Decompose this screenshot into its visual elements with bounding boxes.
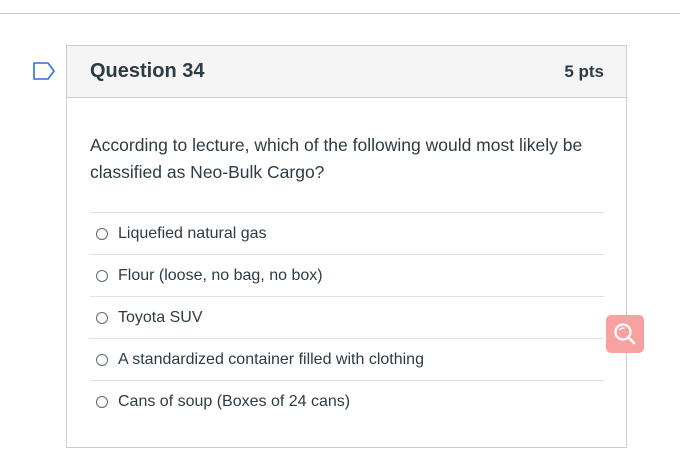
- answer-option[interactable]: Liquefied natural gas: [90, 213, 604, 255]
- answer-label[interactable]: Flour (loose, no bag, no box): [118, 267, 323, 285]
- answer-option[interactable]: Cans of soup (Boxes of 24 cans): [90, 381, 604, 423]
- question-header: Question 34 5 pts: [67, 46, 626, 98]
- question-title: Question 34: [90, 60, 205, 82]
- radio-button[interactable]: [96, 269, 108, 282]
- answer-option[interactable]: A standardized container filled with clo…: [90, 339, 604, 381]
- answer-label[interactable]: Toyota SUV: [118, 309, 202, 327]
- radio-button[interactable]: [96, 227, 108, 240]
- search-icon: [614, 323, 636, 345]
- question-text: According to lecture, which of the follo…: [90, 135, 583, 182]
- answer-option[interactable]: Flour (loose, no bag, no box): [90, 255, 604, 297]
- radio-button[interactable]: [96, 353, 108, 366]
- answer-list: Liquefied natural gas Flour (loose, no b…: [90, 212, 604, 423]
- radio-button[interactable]: [96, 396, 108, 408]
- radio-button[interactable]: [96, 311, 108, 324]
- question-points: 5 pts: [564, 61, 604, 81]
- question-card: Question 34 5 pts According to lecture, …: [66, 45, 627, 448]
- flag-icon[interactable]: [32, 61, 56, 81]
- answer-label[interactable]: A standardized container filled with clo…: [118, 351, 424, 369]
- search-widget-button[interactable]: [606, 315, 644, 353]
- question-body: According to lecture, which of the follo…: [67, 98, 626, 423]
- answer-option[interactable]: Toyota SUV: [90, 297, 604, 339]
- answer-label[interactable]: Liquefied natural gas: [118, 225, 267, 243]
- top-divider: [0, 13, 680, 14]
- answer-label[interactable]: Cans of soup (Boxes of 24 cans): [118, 393, 350, 411]
